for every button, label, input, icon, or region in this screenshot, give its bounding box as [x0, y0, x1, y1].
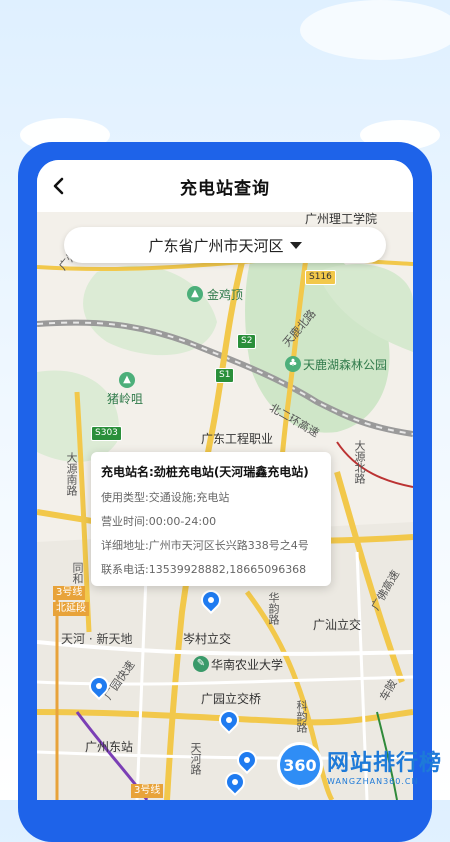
- map-label-tonghe: 同和: [71, 562, 84, 584]
- station-hours-label: 营业时间:: [101, 515, 149, 528]
- station-name-value: 劲桩充电站(天河瑞鑫充电站): [153, 465, 309, 479]
- map-label-guangdong-eng: 广东工程职业: [201, 432, 274, 446]
- park-icon: ♣: [285, 356, 301, 372]
- title-bar: 充电站查询: [37, 160, 413, 212]
- highway-shield-s303: S303: [91, 426, 122, 441]
- highway-shield-s2: S2: [237, 334, 257, 349]
- station-type-label: 使用类型:: [101, 491, 149, 504]
- station-phone-value[interactable]: 13539928882,18665096368: [149, 558, 306, 582]
- rail-line: [336, 441, 413, 488]
- station-phone-label: 联系电话:: [101, 563, 149, 576]
- station-address-row: 详细地址: 广州市天河区长兴路338号之4号: [101, 534, 321, 558]
- map-label-guangshan: 广汕立交: [313, 618, 362, 632]
- map-label-line3b: 3号线: [131, 784, 164, 798]
- map-label-line3: 3号线: [53, 586, 86, 600]
- station-hours-value: 00:00-24:00: [148, 515, 217, 528]
- map-label-guangyuan-bridge: 广园立交桥: [201, 692, 262, 706]
- map-label-guangzhou-east: 广州东站: [85, 740, 134, 754]
- map-label-line3-ext: 北延段: [53, 602, 89, 616]
- mountain-icon: ▲: [187, 286, 203, 302]
- map-label-zhulingju: 猪岭咀: [107, 392, 144, 406]
- station-name-row: 充电站名: 劲桩充电站(天河瑞鑫充电站): [101, 460, 321, 484]
- cloud-decoration: [300, 0, 450, 60]
- map-label-jinjiding: 金鸡顶: [207, 288, 244, 302]
- map-label-tianhe-xintiandi: 天河 · 新天地: [61, 632, 133, 646]
- map-label-kehua: 科韵路: [295, 700, 308, 733]
- map-label-dayuan-north: 大源北路: [353, 440, 366, 484]
- highway-shield-s116: S116: [305, 270, 336, 285]
- station-name-label: 充电站名:: [101, 465, 154, 479]
- map-label-huahui: 华韵路: [267, 592, 280, 625]
- station-address-label: 详细地址:: [101, 539, 149, 552]
- watermark-text: 网站排行榜 WANGZHAN360.CN: [327, 745, 442, 786]
- station-info-card[interactable]: 充电站名: 劲桩充电站(天河瑞鑫充电站) 使用类型: 交通设施;充电站 营业时间…: [91, 452, 331, 586]
- back-button[interactable]: [45, 172, 73, 200]
- page-title: 充电站查询: [180, 178, 270, 199]
- mountain-icon: ▲: [119, 372, 135, 388]
- caret-down-icon: [289, 241, 302, 249]
- map-label-dayuan-south: 大源南路: [65, 452, 78, 496]
- station-type-row: 使用类型: 交通设施;充电站: [101, 486, 321, 510]
- region-select[interactable]: 广东省广州市天河区: [64, 227, 386, 263]
- station-address-value: 广州市天河区长兴路338号之4号: [148, 539, 309, 552]
- hill-area: [83, 265, 217, 356]
- map-label-school: 广州理工学院: [305, 212, 378, 226]
- watermark-title: 网站排行榜: [326, 750, 442, 776]
- app-screen: 充电站查询 广州理工学院 金鸡顶 ▲ 天鹿北路 S2 S1 S303 S116 …: [37, 160, 413, 800]
- map-label-huanong: 华南农业大学: [211, 658, 284, 672]
- station-type-value: 交通设施;充电站: [148, 491, 230, 504]
- chevron-left-icon: [53, 177, 64, 195]
- highway-shield-s1: S1: [215, 368, 235, 383]
- station-phone-row: 联系电话: 13539928882,18665096368: [101, 558, 321, 582]
- map-label-tianlu-park: 天鹿湖森林公园: [303, 358, 388, 372]
- watermark-sub: WANGZHAN360.CN: [326, 776, 419, 786]
- region-select-value: 广东省广州市天河区: [148, 236, 284, 255]
- university-icon: ✎: [193, 656, 209, 672]
- map-label-tianhe-road: 天河路: [189, 742, 202, 775]
- map-label-cencun: 岑村立交: [183, 632, 232, 646]
- station-hours-row: 营业时间: 00:00-24:00: [101, 510, 321, 534]
- watermark-logo: 360: [276, 742, 323, 788]
- watermark: 360 网站排行榜 WANGZHAN360.CN: [276, 742, 442, 788]
